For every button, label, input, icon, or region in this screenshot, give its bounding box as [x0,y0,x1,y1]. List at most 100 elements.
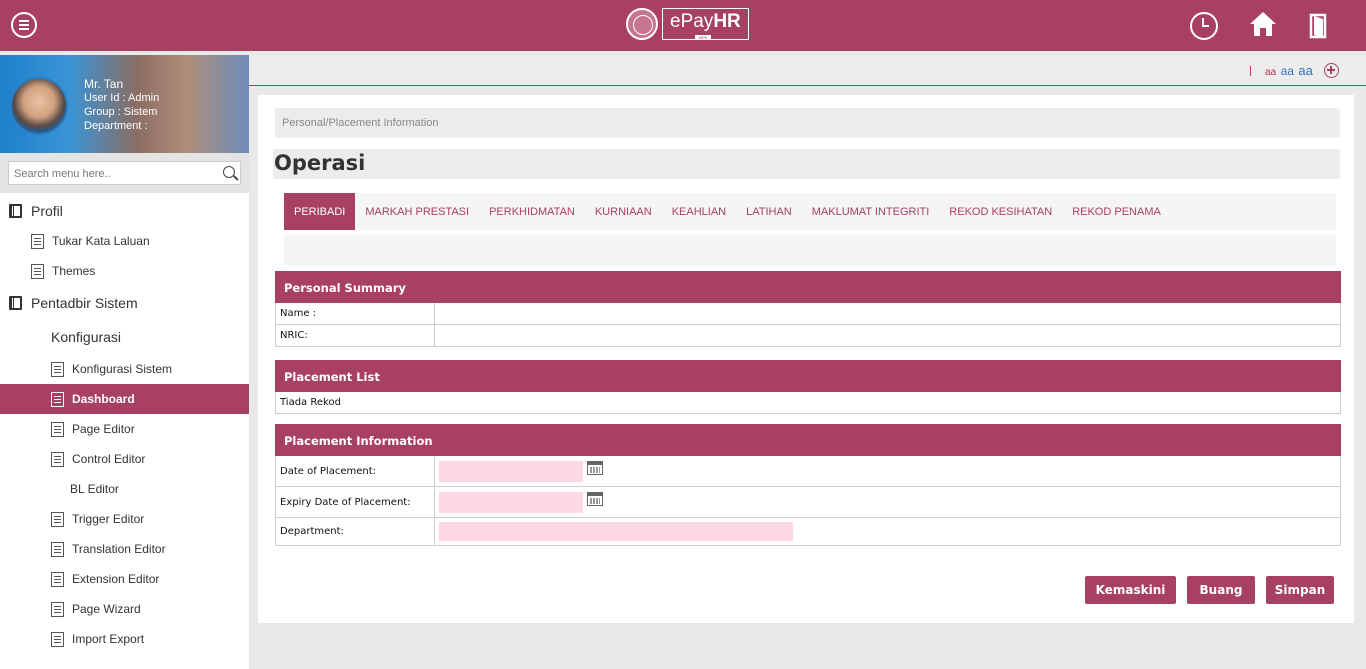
department-field[interactable] [439,522,793,541]
sidebar-item-trigger-editor[interactable]: Trigger Editor [0,504,249,534]
form-row-date-of-placement: Date of Placement: [275,456,1341,487]
add-icon[interactable] [1324,63,1339,78]
department-label: Department: [276,518,435,545]
sidebar-item-page-wizard[interactable]: Page Wizard [0,594,249,624]
font-size-small[interactable]: aa [1265,67,1276,78]
sidebar-item-pentadbir-sistem[interactable]: Pentadbir Sistem [0,286,249,320]
sidebar-item-label: Pentadbir Sistem [31,295,138,311]
search-input[interactable] [9,163,209,185]
document-icon [31,263,44,279]
logo-tag: MPK [695,35,711,40]
form-row-nric: NRIC: [275,325,1341,347]
tab-markah-prestasi[interactable]: MARKAH PRESTASI [355,193,479,230]
page-title: Operasi [273,149,1340,179]
sidebar: Mr. Tan User Id : Admin Group : Sistem D… [0,55,249,669]
sidebar-item-extension-editor[interactable]: Extension Editor [0,564,249,594]
history-icon[interactable] [1190,12,1218,40]
sidebar-item-label: Tukar Kata Laluan [52,234,150,248]
user-name: Mr. Tan [84,77,124,91]
calendar-icon[interactable] [587,492,603,506]
date-of-placement-field[interactable] [439,460,583,482]
tab-rekod-penama[interactable]: REKOD PENAMA [1062,193,1171,230]
sidebar-item-dashboard[interactable]: Dashboard [0,384,249,414]
sidebar-item-konfigurasi-sistem[interactable]: Konfigurasi Sistem [0,354,249,384]
document-icon [51,361,64,377]
document-icon [31,233,44,249]
sidebar-item-label: Themes [52,264,96,278]
top-bar: ePayHR MPK [0,0,1366,51]
expiry-date-field[interactable] [439,491,583,513]
placement-info-section: Placement Information Date of Placement:… [275,424,1341,546]
logo-suffix: HR [713,11,741,32]
user-profile: Mr. Tan User Id : Admin Group : Sistem D… [0,55,249,153]
document-icon [51,391,64,407]
sidebar-item-label: Profil [31,203,63,219]
sidebar-item-label: Page Wizard [72,602,141,616]
sidebar-item-tukar-kata-laluan[interactable]: Tukar Kata Laluan [0,226,249,256]
document-icon [51,631,64,647]
sidebar-item-bl-editor[interactable]: BL Editor [0,474,249,504]
document-icon [51,421,64,437]
sidebar-item-konfigurasi[interactable]: Konfigurasi [0,320,249,354]
tab-keahlian[interactable]: KEAHLIAN [662,193,736,230]
sidebar-item-control-editor[interactable]: Control Editor [0,444,249,474]
tab-maklumat-integriti[interactable]: MAKLUMAT INTEGRITI [802,193,940,230]
user-department: Department : [84,120,148,132]
tab-kurniaan[interactable]: KURNIAAN [585,193,662,230]
form-row-department: Department: [275,518,1341,546]
form-row-name: Name : [275,303,1341,325]
search-icon[interactable] [223,166,235,178]
update-button[interactable]: Kemaskini [1085,576,1176,604]
font-size-switcher: aa aa aa [1265,62,1313,80]
document-icon [51,601,64,617]
document-icon [51,451,64,467]
tab-perkhidmatan[interactable]: PERKHIDMATAN [479,193,585,230]
tab-latihan[interactable]: LATIHAN [736,193,802,230]
sidebar-item-label: Dashboard [72,392,135,406]
sidebar-item-label: Konfigurasi Sistem [72,362,173,376]
user-id: User Id : Admin [84,92,160,104]
empty-record-text: Tiada Rekod [280,397,341,408]
logo-wordmark: ePayHR MPK [662,8,749,40]
section-header: Personal Summary [275,271,1341,303]
sidebar-item-page-editor[interactable]: Page Editor [0,414,249,444]
logout-icon[interactable] [1306,12,1334,40]
tab-rekod-kesihatan[interactable]: REKOD KESIHATAN [939,193,1062,230]
sidebar-item-import-export[interactable]: Import Export [0,624,249,654]
placement-list-section: Placement List Tiada Rekod [275,360,1341,414]
sub-toolbar: aa aa aa [249,55,1366,86]
date-of-placement-label: Date of Placement: [276,456,435,486]
discard-button[interactable]: Buang [1187,576,1255,604]
sidebar-item-label: Import Export [72,632,145,646]
sidebar-item-themes[interactable]: Themes [0,256,249,286]
document-icon [51,511,64,527]
logo-prefix: ePay [670,11,714,32]
book-icon [9,296,22,310]
name-label: Name : [276,303,435,324]
section-header: Placement Information [275,424,1341,456]
font-size-medium[interactable]: aa [1281,64,1294,78]
nric-label: NRIC: [276,325,435,346]
menu-icon[interactable] [11,12,37,38]
avatar [10,77,68,135]
divider [1250,66,1251,76]
main-panel: Personal/Placement Information Operasi P… [258,95,1354,623]
home-icon[interactable] [1248,10,1276,38]
sidebar-item-translation-editor[interactable]: Translation Editor [0,534,249,564]
nric-value [435,325,1340,346]
sidebar-item-profil[interactable]: Profil [0,196,249,226]
sidebar-item-label: BL Editor [70,482,119,496]
list-item: Tiada Rekod [275,392,1341,414]
sidebar-item-label: Extension Editor [72,572,160,586]
sidebar-item-label: Page Editor [72,422,135,436]
app-logo[interactable]: ePayHR MPK [626,7,749,41]
save-button[interactable]: Simpan [1266,576,1334,604]
tab-content [284,235,1336,265]
sidebar-item-label: Konfigurasi [51,329,122,345]
personal-summary-section: Personal Summary Name : NRIC: [275,271,1341,347]
sidebar-item-label: Translation Editor [72,542,166,556]
form-row-expiry-date: Expiry Date of Placement: [275,487,1341,518]
tab-peribadi[interactable]: PERIBADI [284,193,356,230]
calendar-icon[interactable] [587,461,603,475]
font-size-large[interactable]: aa [1298,63,1312,78]
